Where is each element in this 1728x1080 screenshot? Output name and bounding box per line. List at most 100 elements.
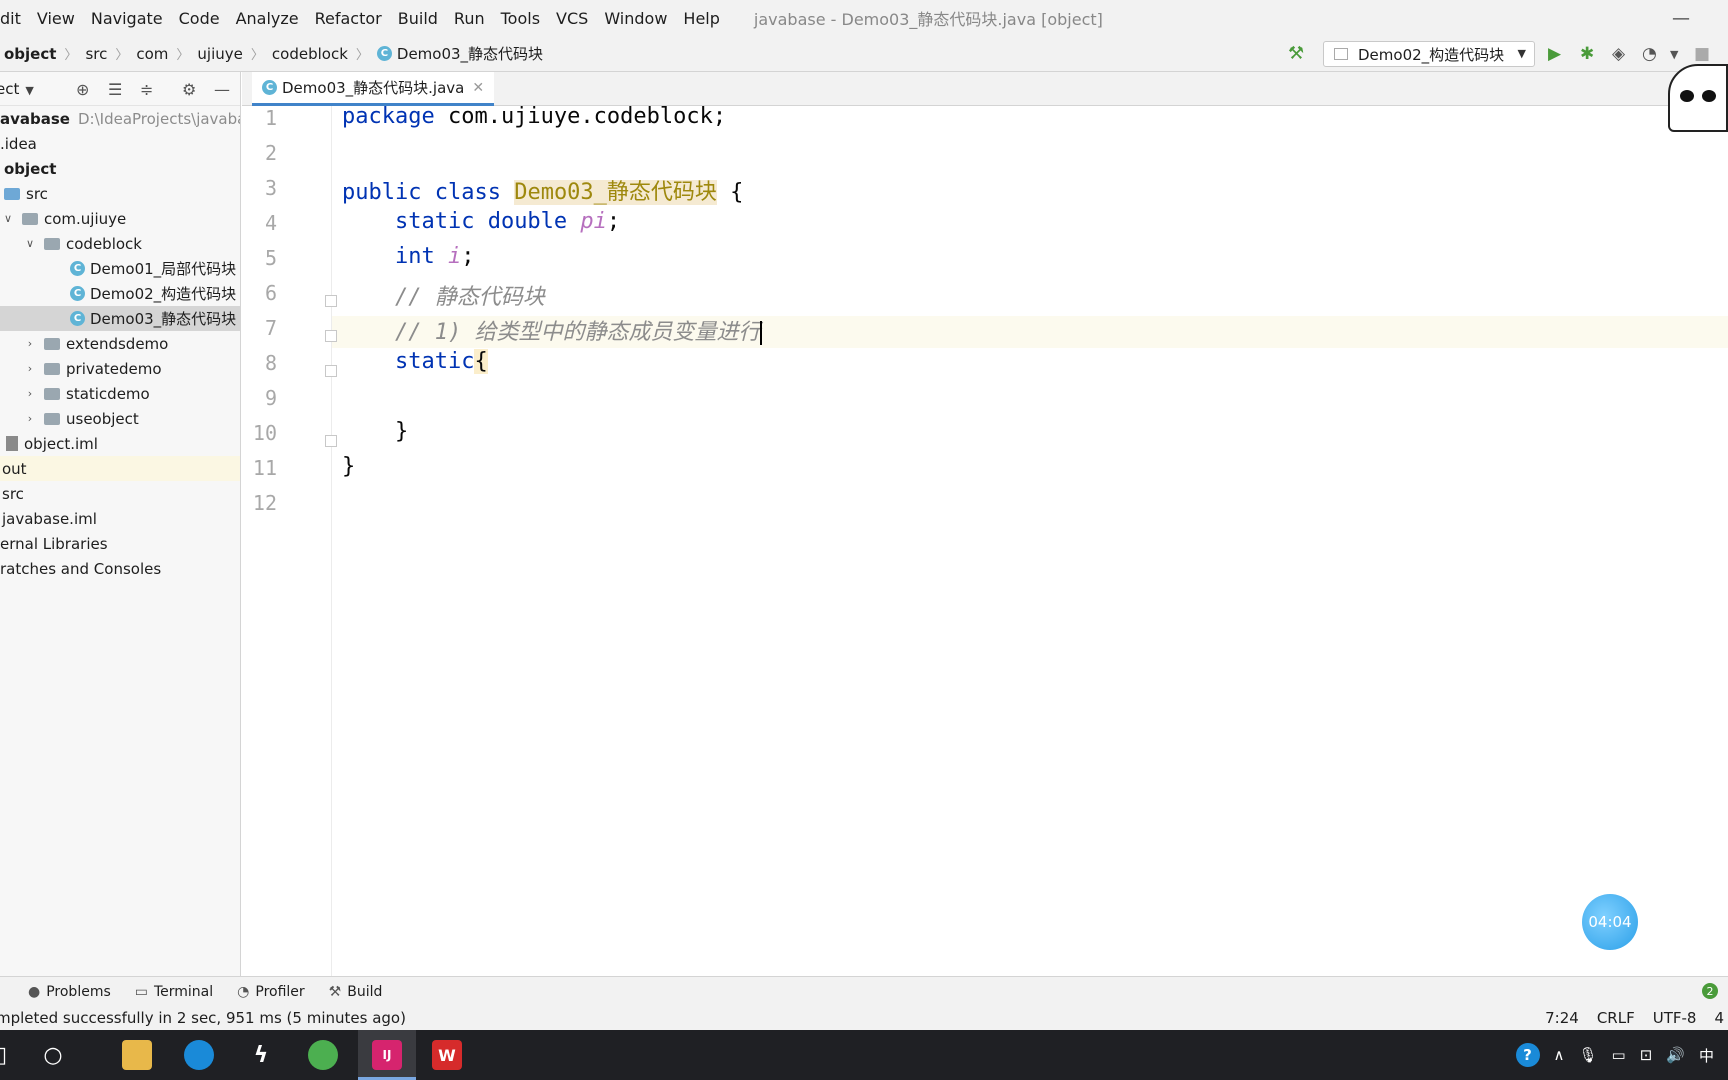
event-log-badge[interactable]: 2 [1702, 983, 1718, 999]
breadcrumb-src[interactable]: src [81, 45, 111, 63]
tree-item-project-root[interactable]: avabase D:\IdeaProjects\javabase [0, 106, 240, 131]
menu-navigate[interactable]: Navigate [83, 9, 171, 28]
chevron-down-icon[interactable]: ▼ [1670, 48, 1678, 61]
menu-build[interactable]: Build [390, 9, 446, 28]
tree-item-staticdemo[interactable]: › staticdemo [0, 381, 240, 406]
battery-icon[interactable]: ▭ [1612, 1046, 1626, 1064]
tree-item-javabase-iml[interactable]: javabase.iml [0, 506, 240, 531]
tree-item-scratches[interactable]: ratches and Consoles [0, 556, 240, 581]
chevron-down-icon: ▼ [1517, 47, 1526, 60]
line-separator[interactable]: CRLF [1597, 1009, 1635, 1027]
close-icon[interactable]: ✕ [472, 80, 484, 96]
tree-item-com-ujiuye[interactable]: ∨ com.ujiuye [0, 206, 240, 231]
menu-tools[interactable]: Tools [493, 9, 548, 28]
tree-item-external-libraries[interactable]: ernal Libraries [0, 531, 240, 556]
microphone-icon[interactable]: 🎙 [1578, 1046, 1597, 1064]
tree-item-idea[interactable]: .idea [0, 131, 240, 156]
edge-browser-icon[interactable] [184, 1040, 214, 1070]
tree-item-out[interactable]: out [0, 456, 240, 481]
app-lightning-icon[interactable]: ϟ [246, 1040, 276, 1070]
caret-position[interactable]: 7:24 [1545, 1009, 1579, 1027]
package-icon [44, 412, 60, 425]
collapse-all-icon[interactable]: ≑ [140, 80, 153, 99]
breadcrumb-object[interactable]: object [0, 45, 60, 63]
tool-window-bar: ● Problems ▭ Terminal ◔ Profiler ⚒ Build [0, 976, 1728, 1006]
fold-marker-icon[interactable] [325, 365, 337, 377]
line-number: 7 [264, 316, 277, 340]
menu-run[interactable]: Run [446, 9, 493, 28]
tree-item-codeblock[interactable]: ∨ codeblock [0, 231, 240, 256]
expand-all-icon[interactable]: ☰ [108, 80, 122, 99]
tree-item-object-module[interactable]: object [0, 156, 240, 181]
chevron-up-icon[interactable]: ∧ [1554, 1046, 1565, 1064]
menu-vcs[interactable]: VCS [548, 9, 596, 28]
app-green-icon[interactable] [308, 1040, 338, 1070]
build-hammer-icon[interactable]: ⚒ [1288, 43, 1304, 64]
coverage-icon[interactable]: ◈ [1612, 44, 1625, 64]
menu-window[interactable]: Window [596, 9, 675, 28]
tree-item-demo01[interactable]: C Demo01_局部代码块 [0, 256, 240, 281]
status-message[interactable]: mpleted successfully in 2 sec, 951 ms (5… [0, 1009, 406, 1027]
file-encoding[interactable]: UTF-8 [1653, 1009, 1697, 1027]
tree-item-extendsdemo[interactable]: › extendsdemo [0, 331, 240, 356]
chevron-right-icon: 〉 [115, 48, 129, 63]
menu-code[interactable]: Code [171, 9, 228, 28]
minimize-icon[interactable]: — [1672, 8, 1690, 29]
start-icon[interactable]: ▯ [0, 1040, 16, 1070]
chevron-down-icon[interactable]: ∨ [24, 237, 36, 250]
fold-marker-icon[interactable] [325, 330, 337, 342]
tree-item-demo02[interactable]: C Demo02_构造代码块 [0, 281, 240, 306]
fold-marker-icon[interactable] [325, 295, 337, 307]
tab-demo03[interactable]: C Demo03_静态代码块.java ✕ [252, 72, 495, 106]
locate-icon[interactable]: ⊕ [76, 80, 89, 99]
project-view-selector[interactable]: ect ▼ [0, 80, 34, 98]
tree-item-privatedemo[interactable]: › privatedemo [0, 356, 240, 381]
help-icon[interactable]: ? [1515, 1043, 1540, 1067]
fold-marker-icon[interactable] [325, 435, 337, 447]
breadcrumb-class[interactable]: C Demo03_静态代码块 [373, 43, 547, 64]
toolwindow-build[interactable]: ⚒ Build [329, 984, 383, 1000]
stop-icon[interactable]: ■ [1694, 44, 1710, 64]
chevron-right-icon[interactable]: › [24, 362, 36, 375]
breadcrumb-ujiuye[interactable]: ujiuye [193, 45, 246, 63]
gear-icon[interactable]: ⚙ [182, 80, 196, 99]
code-line-7: // 1) 给类型中的静态成员变量进行 [394, 320, 763, 345]
file-explorer-icon[interactable] [122, 1040, 152, 1070]
editor-gutter: 1 2 3 4 5 6 7 8 9 10 11 12 [242, 106, 337, 976]
cortana-search-icon[interactable]: ○ [38, 1040, 68, 1070]
recording-timer[interactable]: 04:04 [1582, 894, 1638, 950]
tree-item-src[interactable]: src [0, 181, 240, 206]
wps-office-icon[interactable]: W [432, 1040, 462, 1070]
run-icon[interactable]: ▶ [1548, 44, 1561, 64]
code-line-10: } [394, 419, 409, 444]
toolwindow-problems[interactable]: ● Problems [28, 984, 111, 1000]
chevron-right-icon[interactable]: › [24, 337, 36, 350]
menu-refactor[interactable]: Refactor [307, 9, 390, 28]
menu-analyze[interactable]: Analyze [228, 9, 307, 28]
tree-item-demo03[interactable]: C Demo03_静态代码块 [0, 306, 240, 331]
toolwindow-terminal[interactable]: ▭ Terminal [135, 984, 213, 1000]
chevron-right-icon[interactable]: › [24, 387, 36, 400]
line-number: 8 [264, 351, 277, 375]
debug-icon[interactable]: ✱ [1580, 44, 1594, 64]
menu-edit[interactable]: dit [0, 9, 29, 28]
profile-icon[interactable]: ◔ [1642, 44, 1657, 64]
input-language[interactable]: 中 [1699, 1045, 1714, 1066]
run-config-select[interactable]: Demo02_构造代码块 ▼ [1323, 41, 1535, 67]
toolwindow-profiler[interactable]: ◔ Profiler [237, 984, 305, 1000]
hide-panel-icon[interactable]: — [214, 80, 230, 99]
intellij-idea-icon[interactable]: IJ [372, 1040, 402, 1070]
tree-item-useobject[interactable]: › useobject [0, 406, 240, 431]
chevron-right-icon[interactable]: › [24, 412, 36, 425]
chevron-down-icon[interactable]: ∨ [2, 212, 14, 225]
tree-item-src-root[interactable]: src [0, 481, 240, 506]
menu-help[interactable]: Help [675, 9, 727, 28]
network-icon[interactable]: ⊡ [1640, 1046, 1653, 1064]
code-editor[interactable]: 1 2 3 4 5 6 7 8 9 10 11 12 package com.u… [242, 104, 1728, 976]
volume-icon[interactable]: 🔊 [1666, 1046, 1685, 1064]
breadcrumb-codeblock[interactable]: codeblock [268, 45, 352, 63]
menu-view[interactable]: View [29, 9, 83, 28]
breadcrumb-com[interactable]: com [132, 45, 172, 63]
tree-item-object-iml[interactable]: object.iml [0, 431, 240, 456]
indent-setting[interactable]: 4 [1714, 1009, 1724, 1027]
